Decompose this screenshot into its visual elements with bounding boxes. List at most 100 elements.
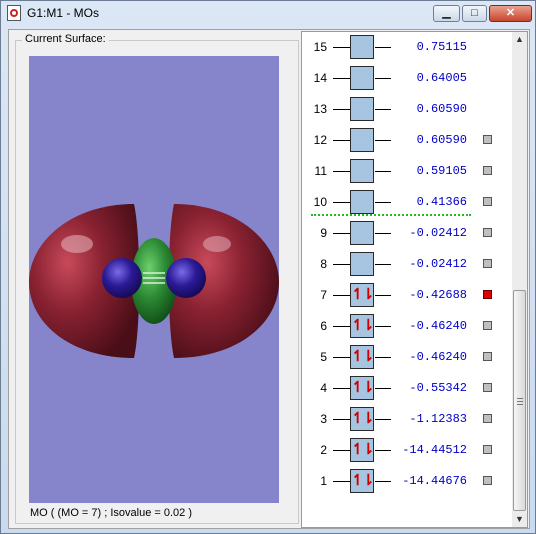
mo-number: 7 (320, 288, 327, 302)
mo-row[interactable]: 4 ↿⇂ -0.55342 (302, 373, 507, 404)
scroll-up-button[interactable]: ▲ (512, 32, 527, 47)
mo-number: 13 (313, 102, 327, 116)
mo-list-panel: 15 0.75115 14 0.64005 13 0.60590 12 0.60590 11 0.… (301, 31, 528, 528)
mo-number: 12 (313, 133, 327, 147)
virtual-orbital-box[interactable] (350, 35, 374, 59)
maximize-button[interactable]: □ (462, 5, 487, 22)
close-button[interactable]: ✕ (489, 5, 532, 22)
mo-energy: -0.42688 (409, 288, 467, 302)
mo-number: 14 (313, 71, 327, 85)
mo-number: 1 (320, 474, 327, 488)
electron-pair-icon: ↿⇂ (351, 286, 374, 303)
level-line (333, 326, 350, 327)
homo-lumo-divider (311, 214, 471, 216)
mo-energy: -14.44512 (402, 443, 467, 457)
level-line (333, 264, 350, 265)
level-line (375, 419, 391, 420)
maximize-icon: □ (471, 7, 478, 19)
mo-row[interactable]: 12 0.60590 (302, 125, 507, 156)
orbital-viewport[interactable] (29, 56, 279, 503)
virtual-orbital-box[interactable] (350, 128, 374, 152)
mo-row[interactable]: 6 ↿⇂ -0.46240 (302, 311, 507, 342)
mo-row[interactable]: 15 0.75115 (302, 32, 507, 63)
occupied-orbital-box[interactable]: ↿⇂ (350, 438, 375, 462)
mo-energy: 0.60590 (416, 102, 467, 116)
level-line (375, 140, 391, 141)
level-line (333, 388, 350, 389)
occupied-orbital-box[interactable]: ↿⇂ (350, 283, 375, 307)
left-blue-lobe (102, 258, 142, 298)
virtual-orbital-box[interactable] (350, 221, 374, 245)
virtual-orbital-box[interactable] (350, 97, 374, 121)
mo-surface-checkbox[interactable] (483, 135, 492, 144)
current-surface-label: Current Surface: (22, 33, 109, 45)
level-line (375, 295, 391, 296)
level-line (375, 78, 391, 79)
electron-pair-icon: ↿⇂ (351, 472, 374, 489)
minimize-icon: ▁ (442, 7, 451, 19)
right-highlight (203, 236, 231, 252)
mo-energy: -0.46240 (409, 350, 467, 364)
mo-surface-checkbox[interactable] (483, 445, 492, 454)
level-line (375, 264, 391, 265)
mo-surface-checkbox[interactable] (483, 414, 492, 423)
mo-surface-checkbox[interactable] (483, 197, 492, 206)
mo-surface-checkbox[interactable] (483, 259, 492, 268)
mo-number: 4 (320, 381, 327, 395)
minimize-button[interactable]: ▁ (433, 5, 460, 22)
scroll-grip (517, 401, 523, 402)
virtual-orbital-box[interactable] (350, 252, 374, 276)
scroll-down-button[interactable]: ▼ (512, 512, 527, 527)
mo-row[interactable]: 13 0.60590 (302, 94, 507, 125)
mo-row[interactable]: 2 ↿⇂ -14.44512 (302, 435, 507, 466)
title-bar[interactable]: G1:M1 - MOs ▁ □ ✕ (1, 1, 535, 27)
mo-number: 5 (320, 350, 327, 364)
mo-surface-checkbox[interactable] (483, 383, 492, 392)
mo-row[interactable]: 7 ↿⇂ -0.42688 (302, 280, 507, 311)
level-line (333, 171, 350, 172)
level-line (333, 202, 350, 203)
mo-energy: -1.12383 (409, 412, 467, 426)
virtual-orbital-box[interactable] (350, 66, 374, 90)
occupied-orbital-box[interactable]: ↿⇂ (350, 376, 375, 400)
mo-number: 3 (320, 412, 327, 426)
scroll-thumb[interactable] (513, 290, 526, 511)
mo-number: 15 (313, 40, 327, 54)
mo-number: 10 (313, 195, 327, 209)
level-line (375, 388, 391, 389)
mo-surface-checkbox[interactable] (483, 290, 492, 299)
occupied-orbital-box[interactable]: ↿⇂ (350, 469, 375, 493)
mo-row[interactable]: 9 -0.02412 (302, 218, 507, 249)
mo-number: 9 (320, 226, 327, 240)
mo-row[interactable]: 11 0.59105 (302, 156, 507, 187)
window-title: G1:M1 - MOs (27, 6, 100, 20)
mo-surface-checkbox[interactable] (483, 166, 492, 175)
scroll-grip (517, 404, 523, 405)
occupied-orbital-box[interactable]: ↿⇂ (350, 314, 375, 338)
mo-row[interactable]: 14 0.64005 (302, 63, 507, 94)
level-line (375, 109, 391, 110)
mo-row[interactable]: 3 ↿⇂ -1.12383 (302, 404, 507, 435)
mo-surface-checkbox[interactable] (483, 476, 492, 485)
mo-number: 2 (320, 443, 327, 457)
mo-surface-checkbox[interactable] (483, 321, 492, 330)
virtual-orbital-box[interactable] (350, 190, 374, 214)
vertical-scrollbar[interactable]: ▲ ▼ (512, 32, 527, 527)
mo-row[interactable]: 5 ↿⇂ -0.46240 (302, 342, 507, 373)
mo-surface-checkbox[interactable] (483, 228, 492, 237)
level-line (375, 357, 391, 358)
level-line (333, 419, 350, 420)
mo-energy: -0.46240 (409, 319, 467, 333)
level-line (333, 47, 350, 48)
mo-energy: -0.55342 (409, 381, 467, 395)
mo-row[interactable]: 1 ↿⇂ -14.44676 (302, 466, 507, 497)
app-icon (7, 5, 21, 21)
virtual-orbital-box[interactable] (350, 159, 374, 183)
level-line (333, 109, 350, 110)
level-line (333, 450, 350, 451)
level-line (333, 481, 350, 482)
mo-surface-checkbox[interactable] (483, 352, 492, 361)
occupied-orbital-box[interactable]: ↿⇂ (350, 407, 375, 431)
occupied-orbital-box[interactable]: ↿⇂ (350, 345, 375, 369)
mo-row[interactable]: 8 -0.02412 (302, 249, 507, 280)
